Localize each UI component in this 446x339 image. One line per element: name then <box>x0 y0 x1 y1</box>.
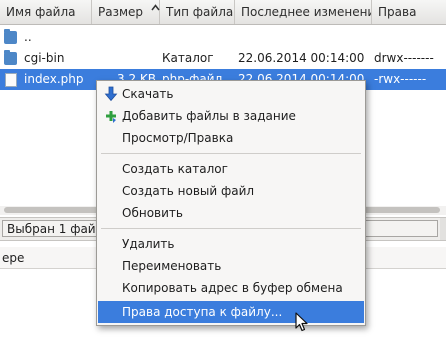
menu-item-create-directory[interactable]: Создать каталог <box>98 158 364 180</box>
file-permissions: drwx------- <box>374 51 434 65</box>
menu-separator <box>101 153 361 154</box>
add-queue-icon <box>106 111 116 123</box>
menu-separator <box>101 228 361 229</box>
file-name: index.php <box>24 72 84 86</box>
file-type: Каталог <box>162 51 214 65</box>
menu-item-rename[interactable]: Переименовать <box>98 255 364 277</box>
folder-icon <box>4 29 17 44</box>
file-row-parent[interactable]: .. <box>0 27 446 48</box>
download-arrow-icon <box>104 86 118 102</box>
menu-item-view-edit[interactable]: Просмотр/Правка <box>98 127 364 149</box>
file-name: .. <box>24 30 32 44</box>
status-grip <box>440 218 446 240</box>
context-menu: Скачать Добавить файлы в задание Просмот… <box>96 80 366 326</box>
file-icon <box>5 73 17 87</box>
menu-item-refresh[interactable]: Обновить <box>98 202 364 224</box>
column-header-permissions[interactable]: Права <box>372 0 446 24</box>
file-permissions: -rwx------ <box>374 72 427 86</box>
column-header-size[interactable]: Размер <box>92 0 160 24</box>
menu-item-copy-url[interactable]: Копировать адрес в буфер обмена <box>98 277 364 299</box>
file-modified: 22.06.2014 00:14:00 <box>238 51 365 65</box>
sort-ascending-icon <box>151 4 160 11</box>
column-header-modified[interactable]: Последнее изменение <box>235 0 372 24</box>
menu-item-create-file[interactable]: Создать новый файл <box>98 180 364 202</box>
folder-icon <box>4 50 17 65</box>
column-header-filename[interactable]: Имя файла <box>0 0 92 24</box>
menu-item-add-to-queue[interactable]: Добавить файлы в задание <box>98 105 364 127</box>
column-header-type[interactable]: Тип файла <box>160 0 235 24</box>
file-row-cgi-bin[interactable]: cgi-bin Каталог 22.06.2014 00:14:00 drwx… <box>0 48 446 69</box>
file-name: cgi-bin <box>24 51 65 65</box>
menu-item-download[interactable]: Скачать <box>98 83 364 105</box>
menu-item-delete[interactable]: Удалить <box>98 233 364 255</box>
menu-item-permissions[interactable]: Права доступа к файлу... <box>98 301 364 323</box>
file-list-header: Имя файла Размер Тип файла Последнее изм… <box>0 0 446 25</box>
mouse-pointer-icon <box>295 312 308 332</box>
